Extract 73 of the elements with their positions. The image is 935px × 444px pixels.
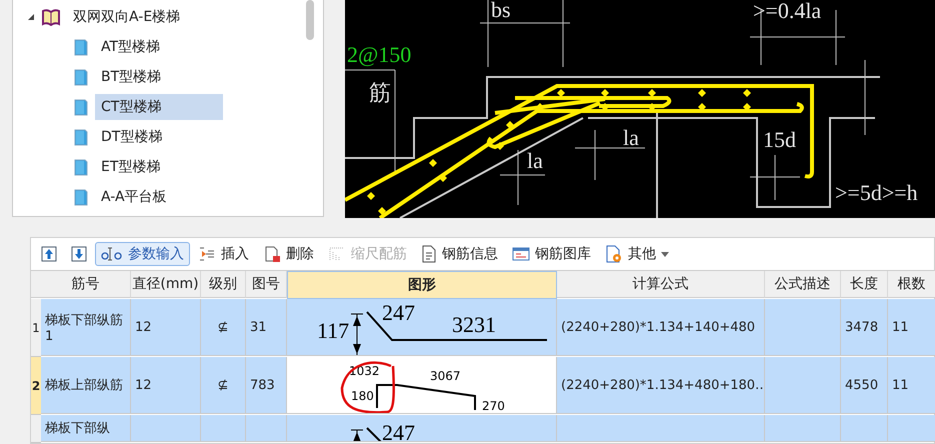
- document-icon: [73, 38, 89, 56]
- column-header[interactable]: 图形: [287, 271, 557, 299]
- dimension-label: 247: [382, 420, 415, 440]
- rebar-shape-line: [366, 426, 384, 440]
- text-cursor-icon: [101, 246, 123, 262]
- scale-bars-icon: [328, 246, 346, 262]
- toolbar-button[interactable]: 钢筋图库: [506, 242, 597, 266]
- column-header[interactable]: 计算公式: [557, 271, 765, 298]
- toolbar-button[interactable]: 钢筋信息: [415, 242, 504, 266]
- document-icon: [73, 188, 89, 206]
- dimension-arrow-icon: [350, 313, 364, 354]
- document-icon: [73, 68, 89, 86]
- document-icon: [73, 128, 89, 146]
- table-cell: 梯板下部纵: [41, 415, 131, 442]
- column-header[interactable]: 长度: [841, 271, 888, 298]
- table-cell: 11: [888, 299, 935, 356]
- tree-item[interactable]: DT型楼梯: [95, 124, 168, 150]
- toolbar-button[interactable]: 插入: [192, 242, 255, 266]
- table-cell: 梯板下部纵筋1: [41, 299, 131, 356]
- dimension-label: 117: [317, 318, 350, 342]
- tree-item[interactable]: 双网双向A-E楼梯: [67, 4, 186, 30]
- toolbar-button[interactable]: 其他: [599, 242, 675, 266]
- dimension-label: 3231: [452, 312, 496, 336]
- scrollbar-thumb[interactable]: [306, 0, 314, 40]
- window-icon: [512, 246, 530, 262]
- open-book-icon: [41, 8, 61, 26]
- dimension-label: 270: [482, 398, 505, 412]
- table-cell: (2240+280)*1.134+480+180…: [557, 357, 765, 414]
- column-header[interactable]: 筋号: [41, 271, 131, 298]
- toolbar-button[interactable]: 参数输入: [95, 242, 190, 266]
- row-number: 1: [31, 299, 41, 357]
- document-icon: [421, 245, 437, 263]
- tree-item[interactable]: AT型楼梯: [95, 34, 166, 60]
- column-header[interactable]: 公式描述: [765, 271, 841, 298]
- table-cell: ⊈: [201, 357, 246, 414]
- table-cell: 3478: [841, 299, 888, 356]
- column-header[interactable]: 图号: [246, 271, 287, 298]
- table-cell: ⊈: [201, 299, 246, 356]
- tree-item[interactable]: A-A平台板: [95, 184, 173, 210]
- delete-document-icon: [263, 245, 281, 263]
- table-cell: 11: [888, 357, 935, 414]
- dimension-arrow-icon: [350, 429, 364, 440]
- dimension-label: 3067: [430, 368, 461, 382]
- table-cell: 12: [131, 357, 201, 414]
- column-header[interactable]: 级别: [201, 271, 246, 298]
- column-header[interactable]: 根数: [888, 271, 935, 298]
- table-cell: (2240+280)*1.134+140+480: [557, 299, 765, 356]
- document-icon: [73, 98, 89, 116]
- drawing-label: bs: [491, 0, 511, 22]
- expanded-triangle-icon[interactable]: [27, 13, 35, 21]
- document-icon: [73, 158, 89, 176]
- drawing-label: 筋: [369, 80, 391, 105]
- table-cell: 梯板上部纵筋: [41, 357, 131, 414]
- drawing-label: >=0.4la: [753, 0, 822, 23]
- table-cell: 31: [246, 299, 287, 356]
- dimension-label: 247: [382, 300, 415, 324]
- tree-item[interactable]: BT型楼梯: [95, 64, 168, 90]
- tree-item[interactable]: CT型楼梯: [95, 94, 223, 120]
- table-cell: 783: [246, 357, 287, 414]
- rebar-spec-label: 2@150: [347, 42, 412, 67]
- table-cell: 12: [131, 299, 201, 356]
- drawing-label: >=5d>=h: [835, 180, 918, 205]
- insert-rows-icon: [198, 246, 216, 262]
- toolbar-button[interactable]: 删除: [257, 242, 320, 266]
- tree-item[interactable]: ET型楼梯: [95, 154, 166, 180]
- column-header[interactable]: 直径(mm): [131, 271, 201, 298]
- row-number: 2: [31, 357, 41, 415]
- drawing-label: 15d: [763, 127, 796, 152]
- dimension-label: 180: [351, 388, 374, 402]
- table-cell: 4550: [841, 357, 888, 414]
- drawing-label: la: [623, 125, 639, 150]
- document-gear-icon: [605, 245, 623, 263]
- drawing-label: la: [527, 148, 543, 173]
